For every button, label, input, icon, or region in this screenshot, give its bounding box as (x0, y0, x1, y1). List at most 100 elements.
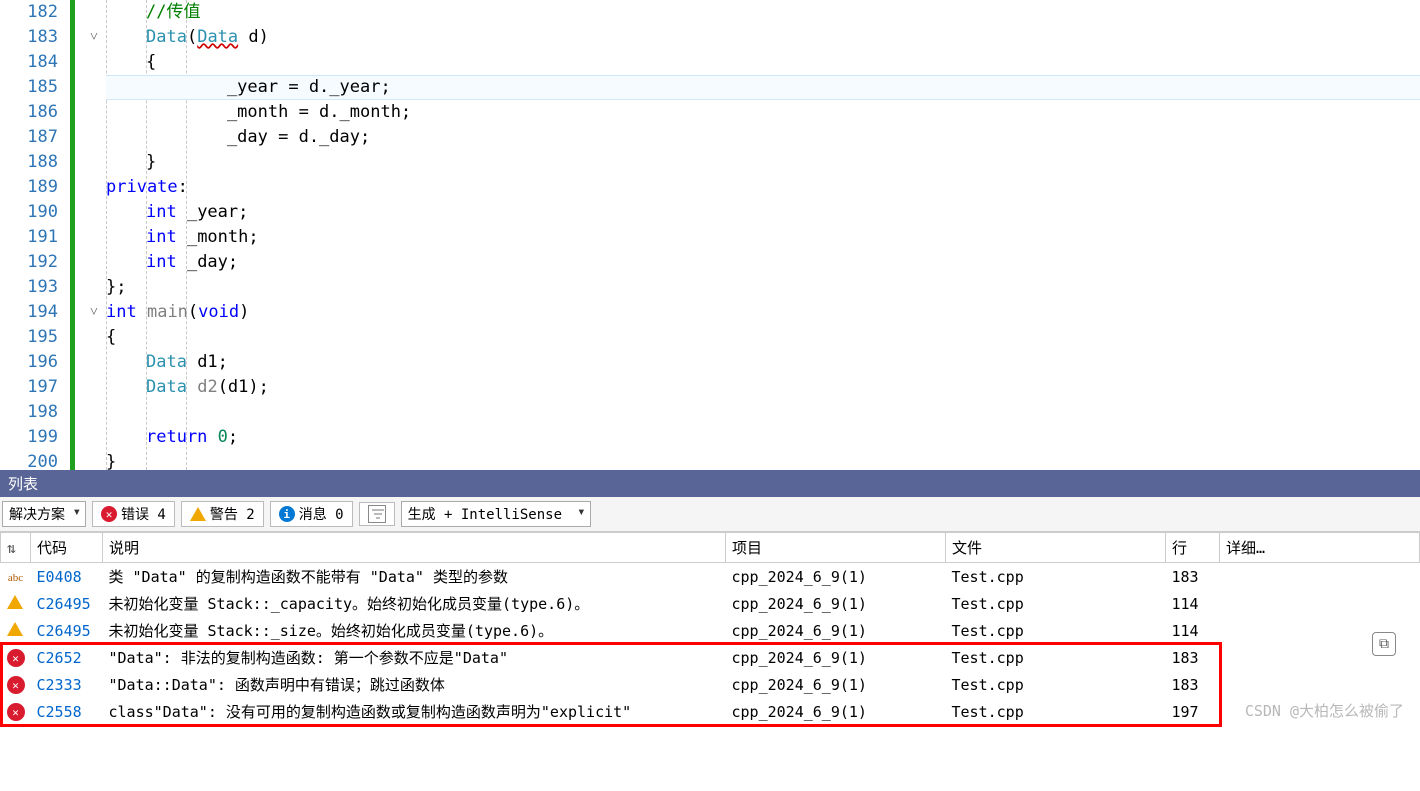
error-project: cpp_2024_6_9(1) (726, 644, 946, 671)
col-project[interactable]: 项目 (726, 533, 946, 563)
table-row[interactable]: ✕ C2333"Data::Data": 函数声明中有错误；跳过函数体cpp_20… (1, 671, 1420, 698)
table-row[interactable]: ✕ C2652"Data": 非法的复制构造函数: 第一个参数不应是"Data"c… (1, 644, 1420, 671)
intellisense-icon: abc (7, 569, 25, 587)
line-number: 199 (0, 425, 58, 450)
code-line[interactable]: { (106, 50, 1420, 75)
error-code: C2652 (31, 644, 103, 671)
code-line[interactable]: Data d1; (106, 350, 1420, 375)
copy-tool-button[interactable]: ⧉ (1372, 632, 1396, 656)
error-icon: ✕ (7, 703, 25, 721)
error-line: 114 (1166, 590, 1220, 617)
table-row[interactable]: ✕C2558class"Data": 没有可用的复制构造函数或复制构造函数声明为… (1, 698, 1420, 725)
info-icon: i (279, 506, 295, 522)
error-description: 类 "Data" 的复制构造函数不能带有 "Data" 类型的参数 (103, 563, 726, 591)
line-number-gutter: 1821831841851861871881891901911921931941… (0, 0, 70, 470)
code-line[interactable]: return 0; (106, 425, 1420, 450)
line-number: 183 (0, 25, 58, 50)
error-line: 183 (1166, 671, 1220, 698)
errors-filter-button[interactable]: ✕错误 4 (92, 501, 175, 527)
line-number: 184 (0, 50, 58, 75)
scope-dropdown[interactable]: 解决方案 (2, 501, 86, 527)
error-line: 114 (1166, 617, 1220, 644)
error-file: Test.cpp (946, 590, 1166, 617)
error-detail (1220, 671, 1420, 698)
error-file: Test.cpp (946, 671, 1166, 698)
code-line[interactable]: _day = d._day; (106, 125, 1420, 150)
error-file: Test.cpp (946, 698, 1166, 725)
source-dropdown[interactable]: 生成 + IntelliSense (401, 501, 591, 527)
fold-gutter[interactable]: ˅˅ (70, 0, 106, 470)
warnings-filter-button[interactable]: 警告 2 (181, 501, 264, 527)
error-file: Test.cpp (946, 644, 1166, 671)
error-description: 未初始化变量 Stack::_capacity。始终初始化成员变量(type.6… (103, 590, 726, 617)
line-number: 193 (0, 275, 58, 300)
error-list-table[interactable]: ⇅ 代码 说明 项目 文件 行 详细… abcE0408类 "Data" 的复制… (0, 532, 1420, 725)
error-description: class"Data": 没有可用的复制构造函数或复制构造函数声明为"expli… (103, 698, 726, 725)
error-project: cpp_2024_6_9(1) (726, 698, 946, 725)
messages-filter-button[interactable]: i消息 0 (270, 501, 353, 527)
fold-chevron-icon[interactable]: ˅ (90, 300, 98, 325)
table-row[interactable]: C26495未初始化变量 Stack::_capacity。始终初始化成员变量(… (1, 590, 1420, 617)
error-file: Test.cpp (946, 617, 1166, 644)
code-line[interactable]: //传值 (106, 0, 1420, 25)
error-line: 197 (1166, 698, 1220, 725)
warnings-count-label: 警告 2 (210, 504, 255, 524)
error-line: 183 (1166, 563, 1220, 591)
table-row[interactable]: abcE0408类 "Data" 的复制构造函数不能带有 "Data" 类型的参… (1, 563, 1420, 591)
fold-chevron-icon[interactable]: ˅ (90, 25, 98, 50)
error-description: "Data": 非法的复制构造函数: 第一个参数不应是"Data" (103, 644, 726, 671)
code-line[interactable]: _year = d._year; (106, 75, 1420, 100)
watermark-text: CSDN @大柏怎么被偷了 (1245, 700, 1404, 721)
line-number: 187 (0, 125, 58, 150)
col-file[interactable]: 文件 (946, 533, 1166, 563)
code-line[interactable]: int _year; (106, 200, 1420, 225)
error-detail (1220, 563, 1420, 591)
line-number: 188 (0, 150, 58, 175)
col-desc[interactable]: 说明 (103, 533, 726, 563)
code-line[interactable]: Data d2(d1); (106, 375, 1420, 400)
code-line[interactable]: _month = d._month; (106, 100, 1420, 125)
code-line[interactable]: Data(Data d) (106, 25, 1420, 50)
code-line[interactable]: } (106, 150, 1420, 175)
line-number: 192 (0, 250, 58, 275)
code-line[interactable]: }; (106, 275, 1420, 300)
code-line[interactable]: int _day; (106, 250, 1420, 275)
warning-icon (7, 595, 23, 609)
error-line: 183 (1166, 644, 1220, 671)
line-number: 185 (0, 75, 58, 100)
line-number: 191 (0, 225, 58, 250)
error-project: cpp_2024_6_9(1) (726, 617, 946, 644)
warning-icon (190, 507, 206, 521)
code-line[interactable]: int main(void) (106, 300, 1420, 325)
col-detail[interactable]: 详细… (1220, 533, 1420, 563)
filter-icon (368, 505, 386, 523)
table-row[interactable]: C26495未初始化变量 Stack::_size。始终初始化成员变量(type… (1, 617, 1420, 644)
code-line[interactable]: { (106, 325, 1420, 350)
code-area[interactable]: //传值Data(Data d){ _year = d._year; _mont… (106, 0, 1420, 470)
code-line[interactable] (106, 400, 1420, 425)
error-detail (1220, 590, 1420, 617)
line-number: 198 (0, 400, 58, 425)
code-line[interactable]: int _month; (106, 225, 1420, 250)
error-project: cpp_2024_6_9(1) (726, 671, 946, 698)
build-filter-button[interactable] (359, 502, 395, 526)
line-number: 200 (0, 450, 58, 470)
error-list-title: 列表 (0, 470, 1420, 497)
error-list-grid-wrap: ⇅ 代码 说明 项目 文件 行 详细… abcE0408类 "Data" 的复制… (0, 532, 1420, 725)
error-description: "Data::Data": 函数声明中有错误；跳过函数体 (103, 671, 726, 698)
error-code: C26495 (31, 590, 103, 617)
error-icon: ✕ (7, 676, 25, 694)
error-description: 未初始化变量 Stack::_size。始终初始化成员变量(type.6)。 (103, 617, 726, 644)
col-code[interactable]: 代码 (31, 533, 103, 563)
error-code: C26495 (31, 617, 103, 644)
error-icon: ✕ (7, 649, 25, 667)
error-file: Test.cpp (946, 563, 1166, 591)
line-number: 197 (0, 375, 58, 400)
col-line[interactable]: 行 (1166, 533, 1220, 563)
code-editor[interactable]: 1821831841851861871881891901911921931941… (0, 0, 1420, 470)
line-number: 190 (0, 200, 58, 225)
error-code: C2333 (31, 671, 103, 698)
code-line[interactable]: private: (106, 175, 1420, 200)
code-line[interactable]: } (106, 450, 1420, 470)
line-number: 194 (0, 300, 58, 325)
